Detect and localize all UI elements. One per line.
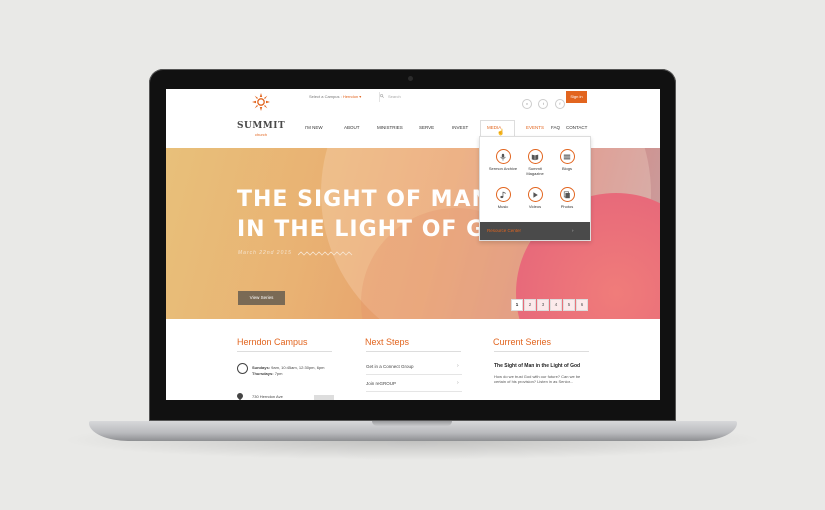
nav-contact[interactable]: CONTACT xyxy=(566,125,587,130)
chevron-right-icon: › xyxy=(457,363,459,369)
laptop-lid: Select a Campus : Herndon ▾ Search v t f… xyxy=(149,69,676,421)
camera xyxy=(408,76,413,81)
service-times: Sundays: 9am, 10:45am, 12:30pm, 6pm Thur… xyxy=(252,365,325,376)
search-placeholder: Search xyxy=(388,94,401,99)
campus-title: Herndon Campus xyxy=(237,337,308,347)
current-series-title: Current Series xyxy=(493,337,552,347)
search-icon xyxy=(380,94,385,99)
view-series-button[interactable]: View Series xyxy=(238,291,285,305)
page-2[interactable]: 2 xyxy=(524,299,536,311)
laptop-screen: Select a Campus : Herndon ▾ Search v t f… xyxy=(166,89,660,400)
resource-center-link[interactable]: Resource Center › xyxy=(480,222,590,240)
twitter-icon[interactable]: t xyxy=(538,99,549,109)
divider xyxy=(366,391,462,392)
page-1[interactable]: 1 xyxy=(511,299,523,311)
divider xyxy=(237,351,332,352)
divider xyxy=(366,374,462,375)
photos-icon xyxy=(559,187,575,202)
nav-events[interactable]: EVENTS xyxy=(526,125,544,130)
music-note-icon xyxy=(495,187,511,202)
page-6[interactable]: 6 xyxy=(576,299,588,311)
media-dropdown-menu: Sermon Archive Summit Magazine Blogs Mus… xyxy=(479,136,591,241)
map-button[interactable] xyxy=(314,395,334,400)
summit-logo-icon[interactable] xyxy=(251,92,271,112)
nav-ministries[interactable]: MINISTRIES xyxy=(377,125,403,130)
utility-bar: Select a Campus : Herndon ▾ Search v t f… xyxy=(166,89,660,109)
menu-item-blogs[interactable]: Blogs xyxy=(552,149,582,171)
slide-pagination: 123456 xyxy=(511,293,589,311)
nav-serve[interactable]: SERVE xyxy=(419,125,434,130)
sign-in-button[interactable]: Sign in xyxy=(566,91,587,103)
list-icon xyxy=(559,149,575,164)
zigzag-divider xyxy=(298,251,353,256)
social-links: v t f xyxy=(522,92,567,110)
divider xyxy=(494,351,589,352)
divider xyxy=(366,351,461,352)
nav-about[interactable]: ABOUT xyxy=(344,125,360,130)
series-name[interactable]: The Sight of Man in the Light of God xyxy=(494,363,580,369)
book-icon xyxy=(527,149,543,164)
page-3[interactable]: 3 xyxy=(537,299,549,311)
cursor-icon: ☝ xyxy=(497,130,505,136)
location-pin-icon xyxy=(235,391,245,400)
campus-address: 730 Herndon Ave xyxy=(252,394,283,399)
brand-subtitle: church xyxy=(255,132,268,137)
menu-item-videos[interactable]: Videos xyxy=(520,187,550,209)
chevron-right-icon: › xyxy=(457,380,459,386)
play-icon xyxy=(527,187,543,202)
page-4[interactable]: 4 xyxy=(550,299,562,311)
page-5[interactable]: 5 xyxy=(563,299,575,311)
menu-item-photos[interactable]: Photos xyxy=(552,187,582,209)
hero-date: March 22nd 2015 xyxy=(238,250,292,256)
next-step-join-regroup[interactable]: Join reGROUP xyxy=(366,381,396,386)
search-input[interactable]: Search xyxy=(379,92,520,102)
chevron-right-icon: › xyxy=(572,228,574,233)
microphone-icon xyxy=(495,149,511,164)
nav-faq[interactable]: FAQ xyxy=(551,125,560,130)
menu-item-music[interactable]: Music xyxy=(488,187,518,209)
brand-name[interactable]: SUMMIT xyxy=(237,121,285,131)
laptop-notch xyxy=(372,421,452,426)
nav-im-new[interactable]: I'M NEW xyxy=(305,125,323,130)
menu-item-summit-magazine[interactable]: Summit Magazine xyxy=(520,149,550,176)
vimeo-icon[interactable]: v xyxy=(522,99,532,109)
menu-item-sermon-archive[interactable]: Sermon Archive xyxy=(488,149,518,171)
facebook-icon[interactable]: f xyxy=(554,99,565,109)
series-description: How do we trust God with our future? Can… xyxy=(494,374,581,384)
next-steps-title: Next Steps xyxy=(365,337,410,347)
campus-selector[interactable]: Select a Campus : Herndon ▾ xyxy=(309,94,361,99)
clock-icon xyxy=(237,363,248,374)
next-step-connect-group[interactable]: Get in a Connect Group xyxy=(366,364,414,369)
nav-invest[interactable]: INVEST xyxy=(452,125,468,130)
